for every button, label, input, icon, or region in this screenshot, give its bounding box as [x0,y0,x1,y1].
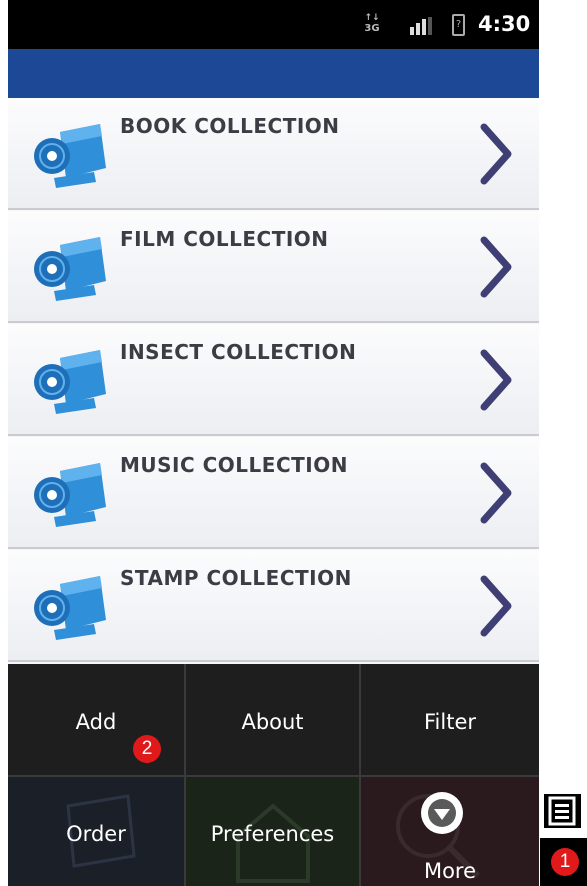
disc-folder-icon [34,576,106,640]
list-item-label: INSECT COLLECTION [120,340,357,364]
options-menu: Add About Filter Order Preferences More [8,664,539,886]
chevron-down-circle-icon [421,792,463,834]
status-bar: ↑↓ 3G ? 4:30 [8,0,539,49]
list-item-label: FILM COLLECTION [120,227,329,251]
list-item-film-collection[interactable]: FILM COLLECTION [8,211,539,323]
disc-folder-icon [34,237,106,301]
list-item-music-collection[interactable]: MUSIC COLLECTION [8,437,539,549]
annotation-badge-2: 2 [133,735,161,763]
list-item-label: BOOK COLLECTION [120,114,340,138]
hamburger-menu-icon[interactable] [544,794,581,828]
chevron-right-icon [480,236,512,298]
menu-about-label: About [241,710,304,734]
chevron-right-icon [480,123,512,185]
menu-about-button[interactable]: About [186,664,359,775]
menu-order-label: Order [66,822,126,846]
menu-preferences-button[interactable]: Preferences [186,777,359,886]
menu-filter-button[interactable]: Filter [361,664,539,775]
disc-folder-icon [34,124,106,188]
collection-list: BOOK COLLECTION FILM COLLECTION INSECT C… [8,98,539,664]
chevron-right-icon [480,349,512,411]
menu-add-button[interactable]: Add [8,664,184,775]
signal-icon [410,17,432,35]
phone-screen: ↑↓ 3G ? 4:30 BOOK COLLECTION FILM COLLEC… [8,0,539,886]
list-item-label: MUSIC COLLECTION [120,453,348,477]
title-bar [8,49,539,98]
menu-preferences-label: Preferences [210,822,335,846]
menu-add-label: Add [75,710,117,734]
chevron-right-icon [480,462,512,524]
list-item-insect-collection[interactable]: INSECT COLLECTION [8,324,539,436]
clock: 4:30 [478,12,531,36]
annotation-badge-1: 1 [551,848,579,876]
chevron-right-icon [480,575,512,637]
disc-folder-icon [34,463,106,527]
network-3g-icon: ↑↓ 3G [364,13,380,35]
list-item-book-collection[interactable]: BOOK COLLECTION [8,98,539,210]
disc-folder-icon [34,350,106,414]
battery-icon: ? [452,14,465,36]
list-item-label: STAMP COLLECTION [120,566,352,590]
menu-order-button[interactable]: Order [8,777,184,886]
menu-filter-label: Filter [423,710,476,734]
list-item-stamp-collection[interactable]: STAMP COLLECTION [8,550,539,662]
